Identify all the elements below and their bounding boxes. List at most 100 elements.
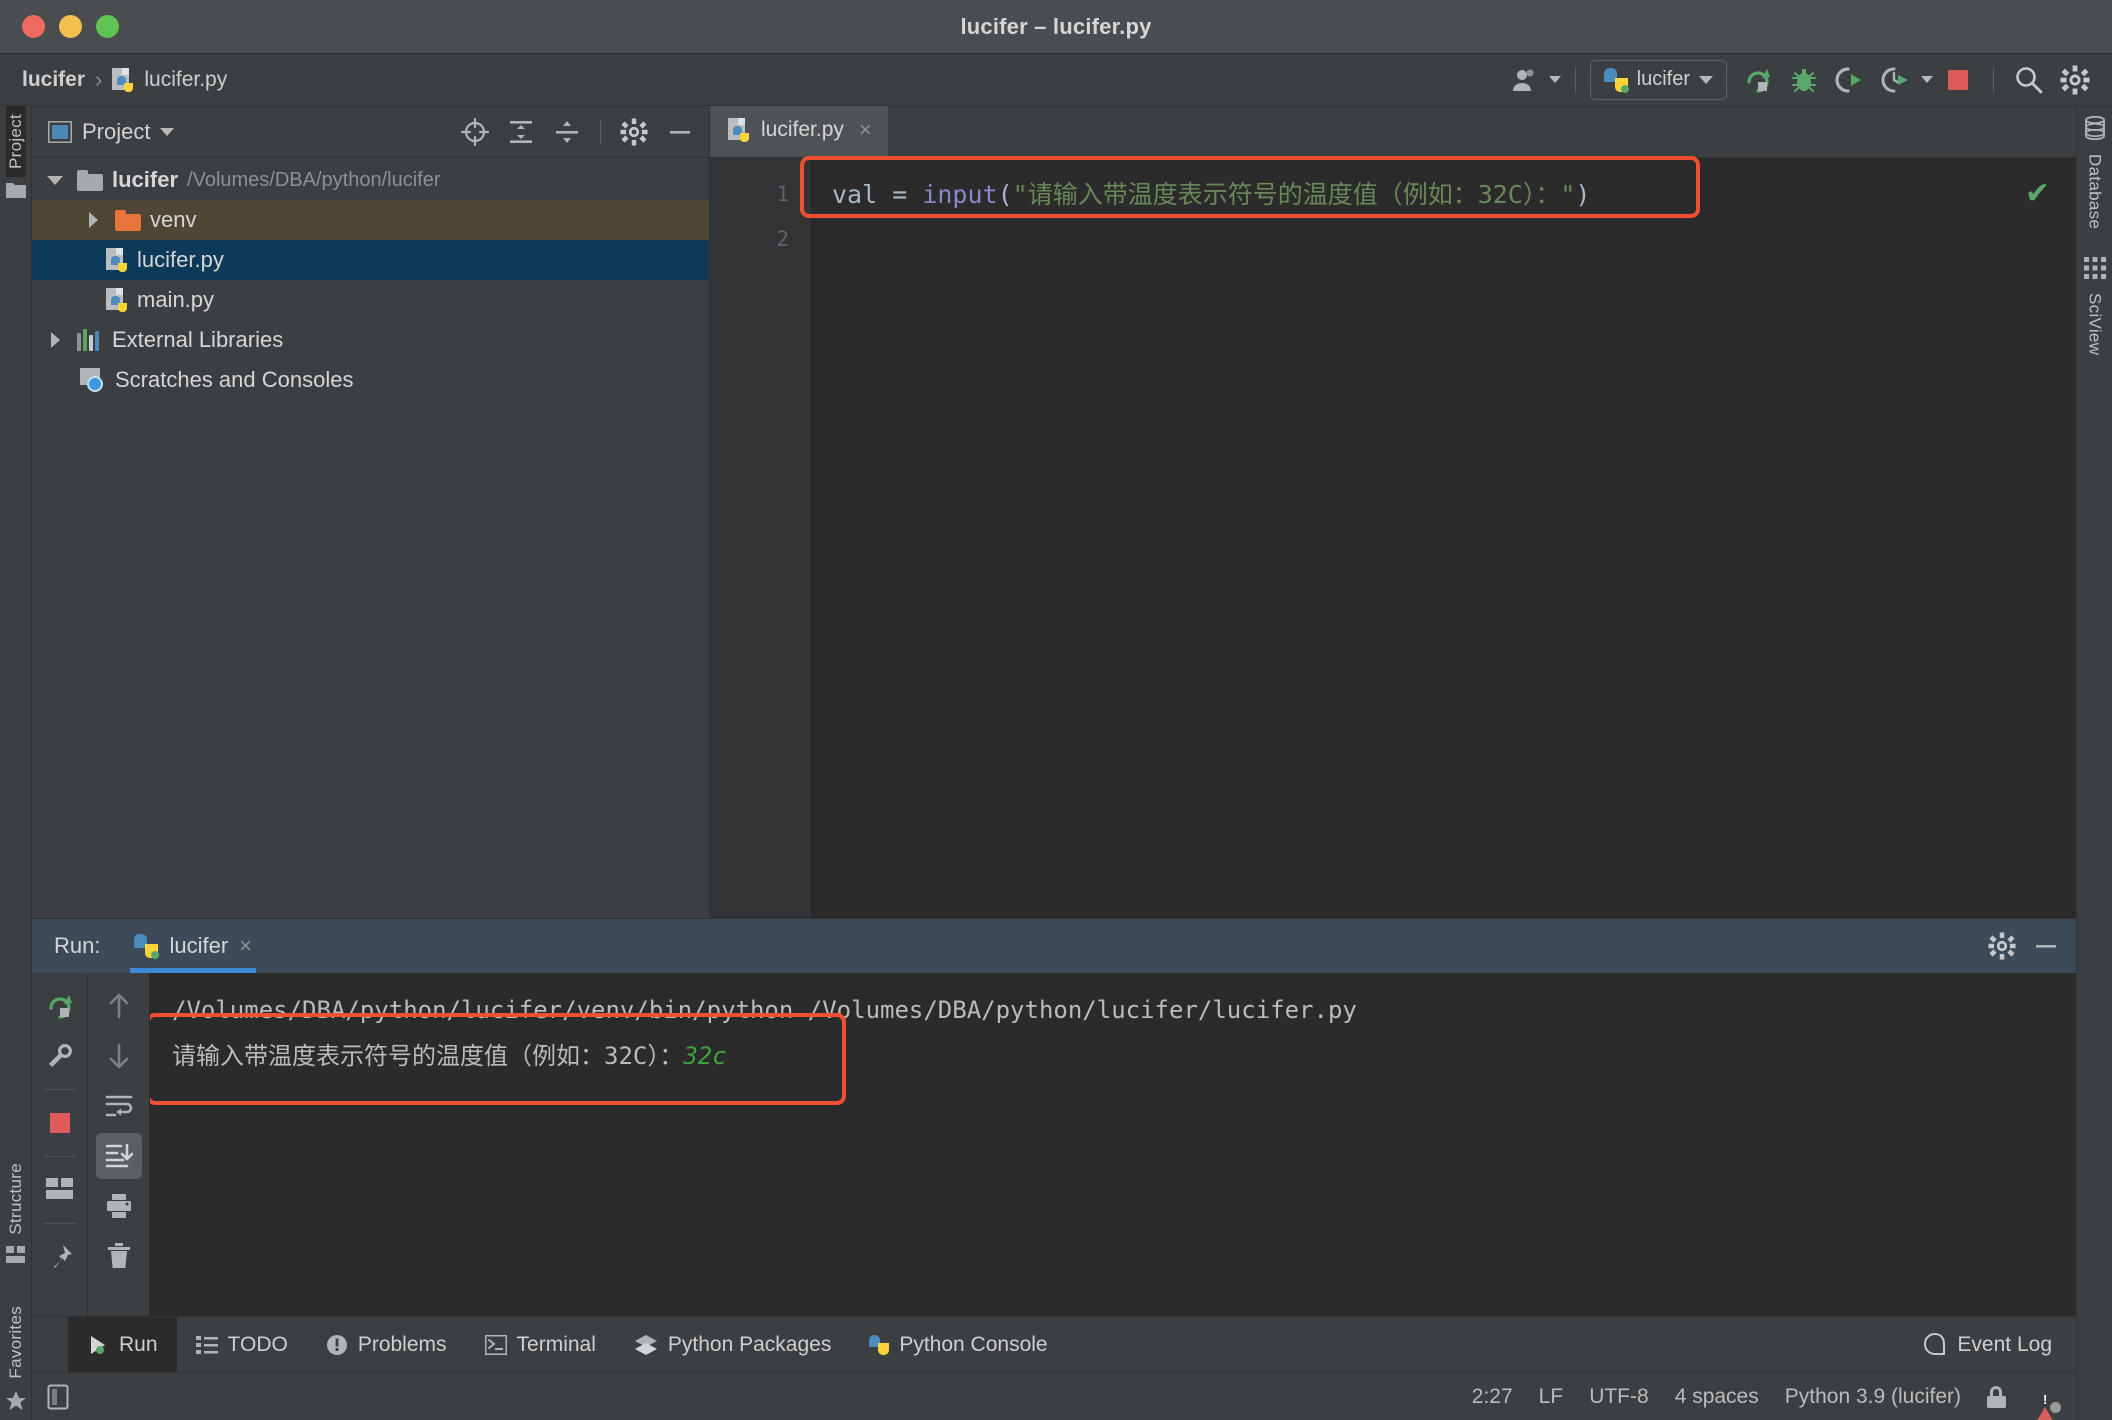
toolbar-divider-3 bbox=[42, 1223, 77, 1224]
search-icon[interactable] bbox=[2008, 61, 2050, 99]
rerun-icon[interactable] bbox=[37, 983, 83, 1029]
right-tool-rail: Database SciView bbox=[2076, 106, 2112, 1420]
rail-label-structure: Structure bbox=[5, 1162, 25, 1235]
bottom-tab-python-console[interactable]: Python Console bbox=[850, 1317, 1066, 1372]
bottom-tab-label: Terminal bbox=[516, 1332, 596, 1356]
run-panel-body: /Volumes/DBA/python/lucifer/venv/bin/pyt… bbox=[32, 973, 2076, 1316]
chevron-down-icon[interactable] bbox=[160, 127, 175, 136]
event-log-button[interactable]: Event Log bbox=[1924, 1317, 2076, 1372]
python-logo-icon bbox=[1603, 67, 1629, 93]
bottom-tab-terminal[interactable]: Terminal bbox=[466, 1317, 615, 1372]
inspection-status-icon[interactable]: ✔ bbox=[2025, 176, 2050, 211]
hide-panel-icon[interactable] bbox=[661, 113, 699, 151]
line-number: 2 bbox=[776, 227, 789, 251]
hide-panel-icon[interactable] bbox=[2032, 932, 2060, 960]
close-icon[interactable]: × bbox=[859, 117, 872, 143]
tree-node-scratches-and-consoles[interactable]: Scratches and Consoles bbox=[32, 360, 709, 400]
expand-all-icon[interactable] bbox=[502, 113, 540, 151]
close-icon[interactable]: × bbox=[239, 933, 252, 959]
python-interpreter[interactable]: Python 3.9 (lucifer) bbox=[1785, 1385, 1961, 1409]
tree-node-label: External Libraries bbox=[112, 327, 284, 352]
caret-position[interactable]: 2:27 bbox=[1472, 1385, 1513, 1409]
run-panel-header-actions bbox=[1988, 932, 2060, 960]
wrench-icon[interactable] bbox=[37, 1033, 83, 1079]
soft-wrap-icon[interactable] bbox=[96, 1083, 142, 1129]
sidebar-item-favorites[interactable]: Favorites bbox=[6, 1298, 26, 1387]
chevron-right-icon[interactable] bbox=[80, 212, 106, 228]
profile-icon[interactable] bbox=[1875, 61, 1917, 99]
profile-dropdown-caret-icon[interactable] bbox=[1921, 76, 1933, 83]
collapse-all-icon[interactable] bbox=[548, 113, 586, 151]
code-line-2[interactable] bbox=[810, 217, 2076, 262]
lock-icon[interactable] bbox=[1987, 1385, 2006, 1408]
file-encoding[interactable]: UTF-8 bbox=[1589, 1385, 1649, 1409]
tree-node-label: main.py bbox=[137, 287, 215, 312]
locate-target-icon[interactable] bbox=[456, 113, 494, 151]
trash-icon[interactable] bbox=[96, 1233, 142, 1279]
up-arrow-icon[interactable] bbox=[96, 983, 142, 1029]
code-line-1[interactable]: val = input("请输入带温度表示符号的温度值（例如：32C）：") bbox=[810, 172, 2076, 217]
tab-lucifer-py[interactable]: lucifer.py × bbox=[710, 106, 888, 157]
tree-node-main-py[interactable]: main.py bbox=[32, 280, 709, 320]
project-panel-header: Project bbox=[32, 106, 709, 158]
bottom-tab-run[interactable]: Run bbox=[68, 1317, 177, 1372]
chevron-right-icon[interactable] bbox=[42, 332, 68, 348]
code-editor[interactable]: val = input("请输入带温度表示符号的温度值（例如：32C）：") ✔ bbox=[800, 156, 2076, 918]
sidebar-item-database[interactable]: Database bbox=[2085, 146, 2105, 237]
stop-icon[interactable] bbox=[37, 1100, 83, 1146]
down-arrow-icon[interactable] bbox=[96, 1033, 142, 1079]
indent-setting[interactable]: 4 spaces bbox=[1675, 1385, 1759, 1409]
chevron-down-icon[interactable] bbox=[42, 175, 68, 185]
print-icon[interactable] bbox=[96, 1183, 142, 1229]
run-coverage-icon[interactable] bbox=[1829, 61, 1871, 99]
editor-tab-label: lucifer.py bbox=[761, 118, 844, 141]
run-icon[interactable] bbox=[1737, 61, 1779, 99]
python-file-icon bbox=[106, 248, 128, 272]
bottom-tab-problems[interactable]: Problems bbox=[307, 1317, 466, 1372]
todo-list-icon bbox=[195, 1335, 218, 1355]
project-view-icon bbox=[48, 120, 72, 143]
sidebar-item-project[interactable]: Project bbox=[5, 106, 26, 178]
tree-node-lucifer-py[interactable]: lucifer.py bbox=[32, 240, 709, 280]
user-avatar-icon[interactable] bbox=[1503, 61, 1545, 99]
editor-layout-icon[interactable] bbox=[46, 1384, 70, 1410]
scroll-to-end-icon[interactable] bbox=[95, 1133, 142, 1179]
project-toolbar-divider bbox=[600, 118, 601, 145]
toolbar-divider-2 bbox=[42, 1156, 77, 1157]
run-configuration-selector[interactable]: lucifer bbox=[1589, 59, 1727, 100]
sidebar-item-structure[interactable]: Structure bbox=[6, 1155, 26, 1243]
folder-orange-icon bbox=[115, 209, 141, 231]
grid-icon bbox=[2083, 257, 2106, 280]
sidebar-item-sciview[interactable]: SciView bbox=[2085, 285, 2105, 363]
bottom-tab-todo[interactable]: TODO bbox=[177, 1317, 307, 1372]
settings-gear-icon[interactable] bbox=[2054, 61, 2096, 99]
layout-icon[interactable] bbox=[37, 1167, 83, 1213]
tree-node-label: lucifer.py bbox=[137, 247, 224, 272]
code-token-variable: val bbox=[832, 180, 878, 209]
breadcrumb-project[interactable]: lucifer bbox=[22, 68, 85, 92]
tree-node-venv[interactable]: venv bbox=[32, 200, 709, 240]
rail-label-sciview: SciView bbox=[2085, 293, 2105, 356]
user-dropdown-caret-icon[interactable] bbox=[1548, 76, 1561, 83]
line-separator[interactable]: LF bbox=[1539, 1385, 1564, 1409]
tree-node-external-libraries[interactable]: External Libraries bbox=[32, 320, 709, 360]
pin-icon[interactable] bbox=[37, 1234, 83, 1280]
code-token-open-paren: ( bbox=[997, 180, 1013, 209]
run-triangle-icon bbox=[87, 1334, 109, 1356]
structure-icon bbox=[5, 1246, 26, 1264]
settings-gear-icon[interactable] bbox=[1988, 932, 2016, 960]
toolbar-divider bbox=[1574, 66, 1576, 93]
bottom-tab-label: Python Packages bbox=[667, 1332, 832, 1356]
run-left-toolbar bbox=[32, 973, 88, 1316]
error-notification-icon[interactable]: ! bbox=[2032, 1383, 2061, 1420]
folder-grey-icon bbox=[77, 169, 103, 191]
run-tab-lucifer[interactable]: lucifer × bbox=[122, 919, 264, 973]
settings-gear-icon[interactable] bbox=[615, 113, 653, 151]
line-number-gutter: 1 2 bbox=[710, 158, 810, 918]
tree-node-lucifer[interactable]: lucifer /Volumes/DBA/python/lucifer bbox=[32, 160, 709, 200]
stop-icon[interactable] bbox=[1937, 61, 1979, 99]
run-console-output[interactable]: /Volumes/DBA/python/lucifer/venv/bin/pyt… bbox=[150, 973, 2076, 1316]
bottom-tab-python-packages[interactable]: Python Packages bbox=[615, 1317, 850, 1372]
breadcrumb-file[interactable]: lucifer.py bbox=[144, 68, 227, 92]
debug-icon[interactable] bbox=[1783, 61, 1825, 99]
